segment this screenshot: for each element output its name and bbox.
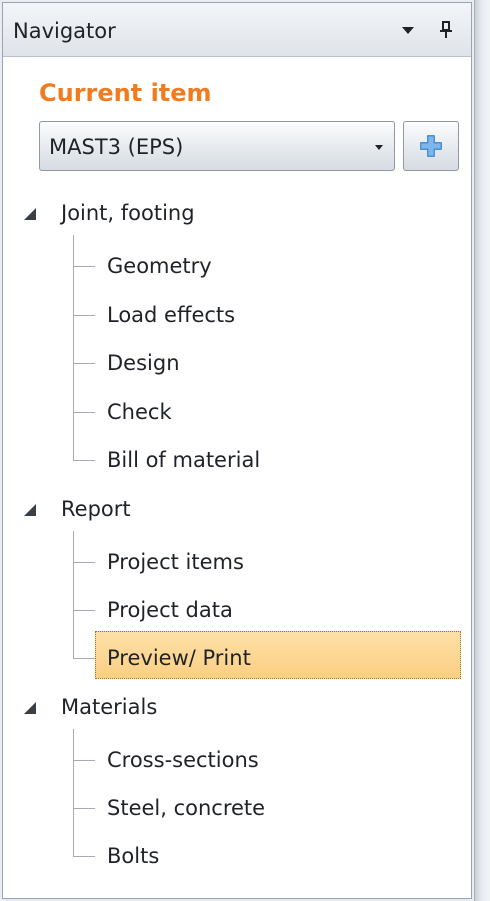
current-item-select[interactable]: MAST3 (EPS)	[39, 121, 395, 171]
navigator-content: Current item MAST3 (EPS) Joint, footing …	[3, 59, 471, 899]
chevron-down-icon	[402, 27, 414, 34]
tree-item-project-data[interactable]: Project data	[107, 597, 233, 623]
tree-item-preview-print[interactable]: Preview/ Print	[107, 645, 251, 671]
expanded-triangle-icon[interactable]	[21, 699, 39, 717]
tree-group-joint-footing[interactable]: Joint, footing	[61, 200, 195, 226]
navigator-titlebar: Navigator	[3, 3, 471, 57]
current-item-label: Current item	[39, 79, 212, 107]
adjacent-panel-edge	[474, 0, 490, 901]
pin-button[interactable]	[433, 17, 459, 43]
tree-item-bolts[interactable]: Bolts	[107, 843, 159, 869]
tree-item-check[interactable]: Check	[107, 399, 172, 425]
tree-group-report[interactable]: Report	[61, 496, 131, 522]
tree-item-steel-concrete[interactable]: Steel, concrete	[107, 795, 265, 821]
tree-item-geometry[interactable]: Geometry	[107, 253, 212, 279]
add-item-button[interactable]	[403, 121, 459, 171]
tree-item-cross-sections[interactable]: Cross-sections	[107, 747, 259, 773]
tree-group-materials[interactable]: Materials	[61, 694, 157, 720]
tree-item-bill-of-material[interactable]: Bill of material	[107, 447, 260, 473]
chevron-down-icon	[375, 145, 383, 150]
tree-connector-lines	[73, 235, 95, 857]
navigator-title: Navigator	[13, 19, 116, 43]
current-item-value: MAST3 (EPS)	[49, 135, 184, 159]
expanded-triangle-icon[interactable]	[21, 501, 39, 519]
expanded-triangle-icon[interactable]	[21, 205, 39, 223]
navigator-panel: Navigator Current item MAST3 (EPS) Joint…	[2, 2, 472, 899]
plus-icon	[420, 135, 442, 157]
panel-menu-button[interactable]	[395, 17, 421, 43]
pin-icon	[440, 21, 452, 38]
tree-item-load-effects[interactable]: Load effects	[107, 302, 235, 328]
tree-item-design[interactable]: Design	[107, 350, 180, 376]
tree-item-project-items[interactable]: Project items	[107, 549, 244, 575]
